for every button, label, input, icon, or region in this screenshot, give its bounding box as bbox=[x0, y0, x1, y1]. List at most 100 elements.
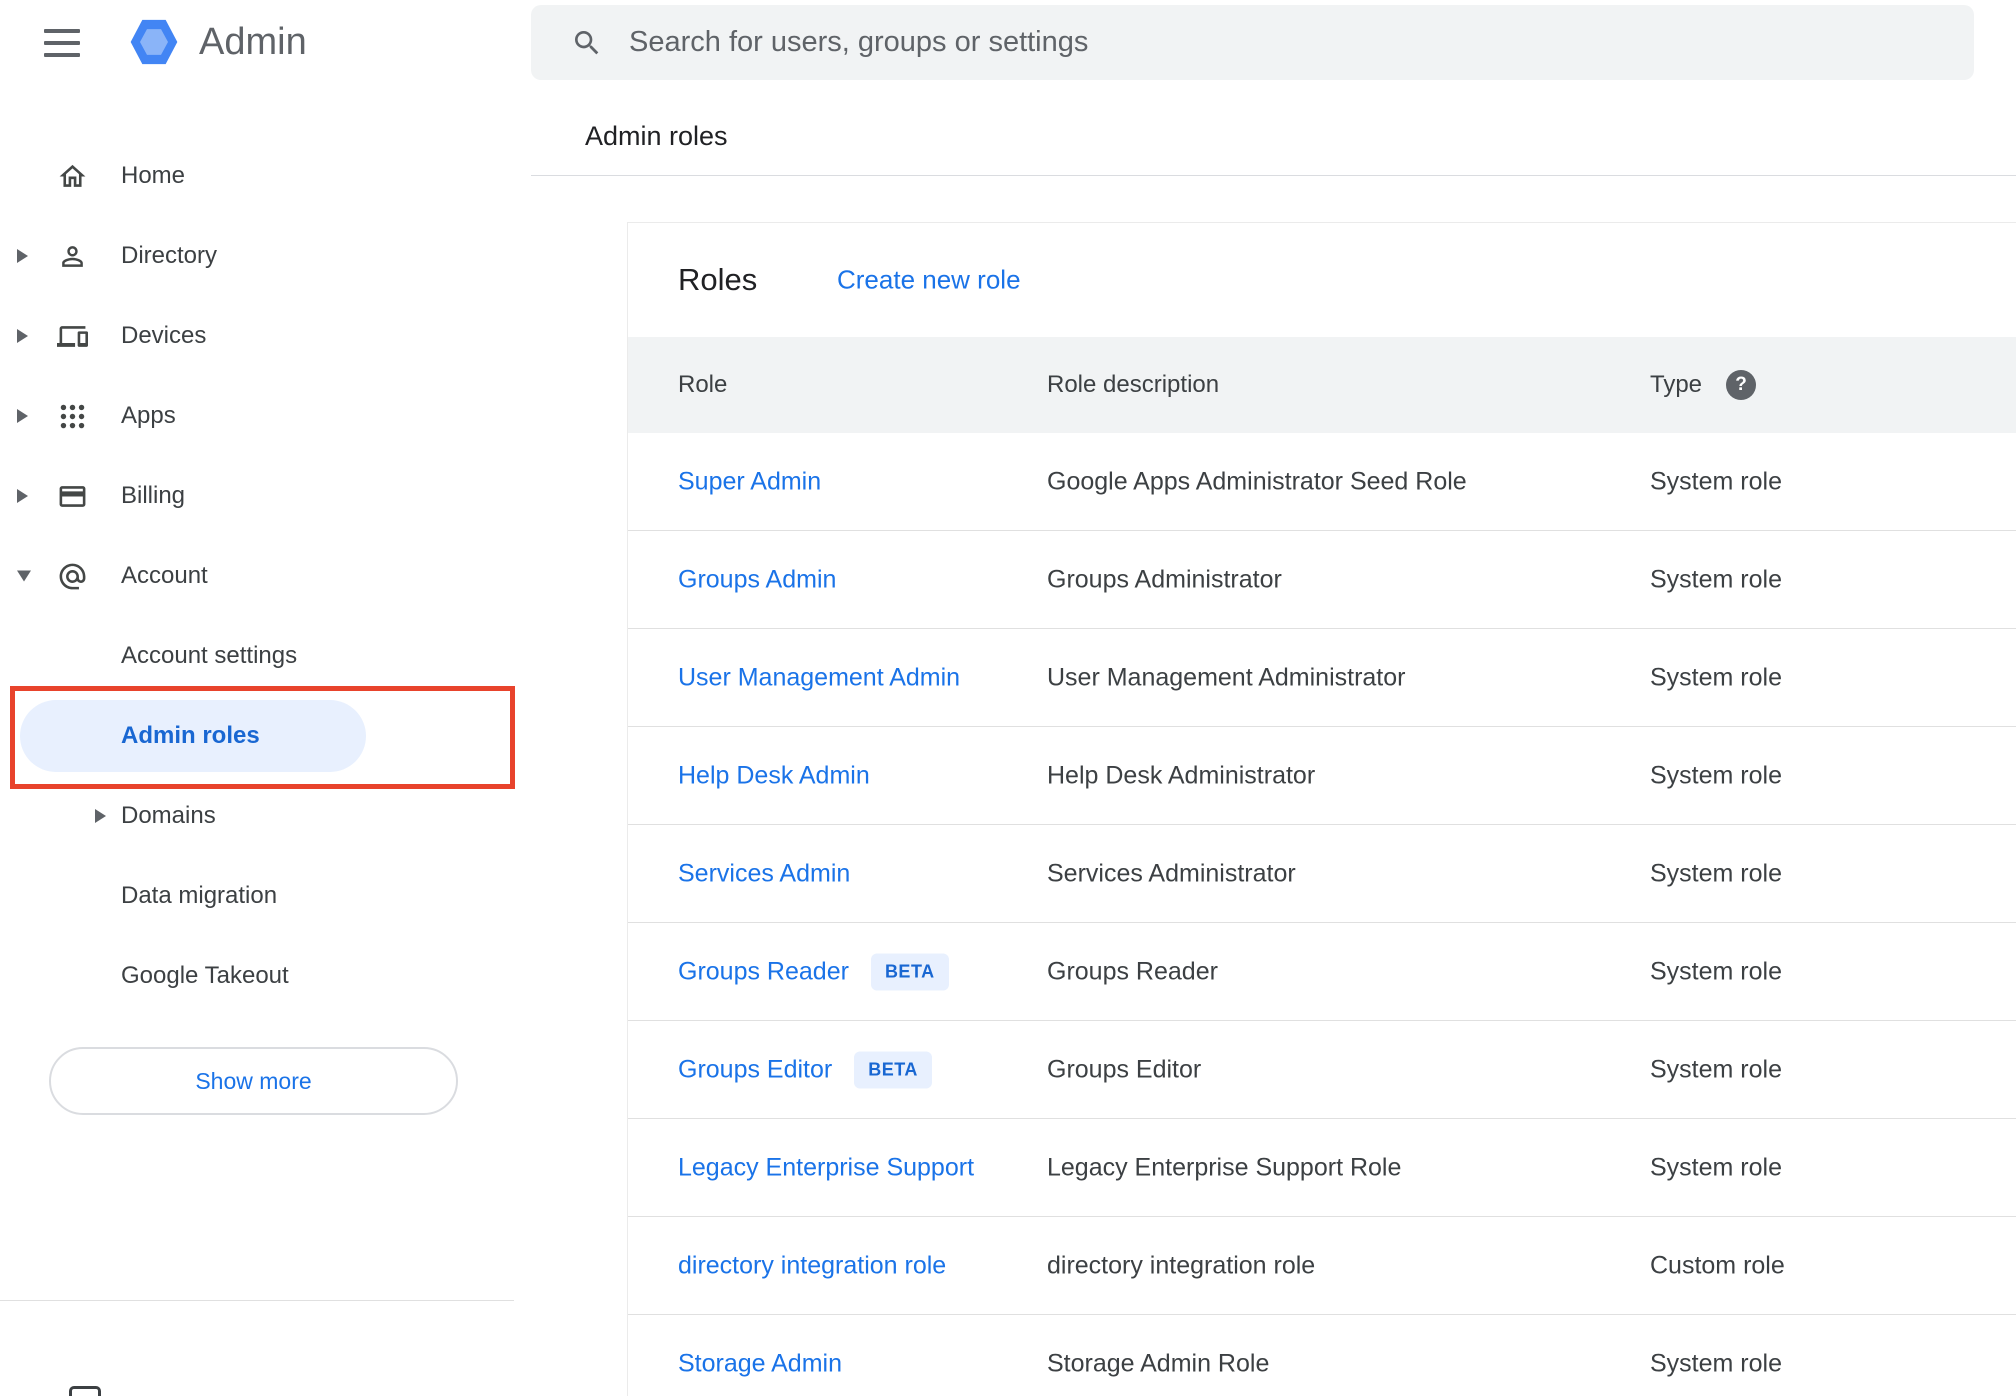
roles-table-body: Super Admin Google Apps Administrator Se… bbox=[628, 433, 2016, 1396]
role-link[interactable]: Groups Reader BETA bbox=[678, 953, 949, 990]
role-type: System role bbox=[1650, 565, 1782, 593]
role-link-label: User Management Admin bbox=[678, 663, 961, 691]
breadcrumb: Admin roles bbox=[585, 121, 728, 151]
sidebar-item-label: Account bbox=[121, 562, 208, 589]
role-description: Groups Administrator bbox=[1047, 565, 1282, 593]
chevron-right-icon[interactable] bbox=[95, 809, 106, 823]
roles-table-header: Role Role description Type ? bbox=[628, 337, 2016, 433]
search-icon bbox=[575, 30, 599, 54]
app-logo: Admin bbox=[126, 13, 307, 71]
table-row: Groups Reader BETA Groups Reader System … bbox=[628, 923, 2016, 1021]
role-link-label: Help Desk Admin bbox=[678, 761, 870, 789]
role-type: Custom role bbox=[1650, 1251, 1785, 1279]
sidebar-item-account[interactable]: Account bbox=[0, 536, 514, 616]
column-header-type: Type ? bbox=[1650, 370, 1757, 400]
chevron-right-icon[interactable] bbox=[17, 249, 28, 263]
menu-icon[interactable] bbox=[44, 29, 80, 57]
sidebar-item-billing[interactable]: Billing bbox=[0, 456, 514, 536]
role-link-label: Groups Editor bbox=[678, 1055, 833, 1083]
sidebar-item-label: Account settings bbox=[121, 642, 298, 669]
sidebar-item-label: Devices bbox=[121, 322, 207, 349]
role-description: Groups Reader bbox=[1047, 957, 1218, 985]
role-link-label: Legacy Enterprise Support bbox=[678, 1153, 975, 1181]
sidebar-item-devices[interactable]: Devices bbox=[0, 296, 514, 376]
devices-icon bbox=[54, 318, 90, 354]
roles-card-header: Roles Create new role bbox=[628, 223, 2016, 337]
role-link-label: Groups Reader bbox=[678, 957, 849, 985]
role-link-label: Super Admin bbox=[678, 467, 822, 495]
role-description: Google Apps Administrator Seed Role bbox=[1047, 467, 1467, 495]
roles-title: Roles bbox=[678, 262, 758, 297]
role-link[interactable]: Storage Admin bbox=[678, 1349, 842, 1378]
sidebar-item-domains[interactable]: Domains bbox=[0, 776, 514, 856]
role-link[interactable]: Groups Editor BETA bbox=[678, 1051, 932, 1088]
role-description: Storage Admin Role bbox=[1047, 1349, 1270, 1377]
sidebar-item-label: Data migration bbox=[121, 882, 278, 909]
sidebar-nav: Home Directory Devices Apps Billing Acco… bbox=[0, 136, 514, 1016]
role-link[interactable]: User Management Admin bbox=[678, 663, 960, 692]
help-icon[interactable]: ? bbox=[1726, 370, 1757, 400]
search-input[interactable] bbox=[629, 26, 1944, 59]
role-link[interactable]: Super Admin bbox=[678, 467, 821, 496]
sidebar-item-directory[interactable]: Directory bbox=[0, 216, 514, 296]
home-icon bbox=[54, 158, 90, 194]
apps-grid-icon bbox=[54, 398, 90, 434]
role-link[interactable]: Help Desk Admin bbox=[678, 761, 870, 790]
role-description: User Management Administrator bbox=[1047, 663, 1406, 691]
table-row: Storage Admin Storage Admin Role System … bbox=[628, 1315, 2016, 1396]
role-link-label: Storage Admin bbox=[678, 1349, 842, 1377]
person-icon bbox=[54, 238, 90, 274]
role-type: System role bbox=[1650, 663, 1782, 691]
show-more-button[interactable]: Show more bbox=[49, 1047, 458, 1115]
column-header-type-label: Type bbox=[1650, 371, 1703, 398]
roles-card: Roles Create new role Role Role descript… bbox=[627, 222, 2016, 1396]
sidebar: Admin Home Directory Devices Apps Billin… bbox=[0, 0, 515, 1396]
sidebar-item-label: Domains bbox=[121, 802, 216, 829]
sidebar-item-label: Google Takeout bbox=[121, 962, 289, 989]
sidebar-item-label: Apps bbox=[121, 402, 176, 429]
column-header-role: Role bbox=[678, 371, 728, 398]
role-description: Services Administrator bbox=[1047, 859, 1296, 887]
sidebar-item-apps[interactable]: Apps bbox=[0, 376, 514, 456]
role-link[interactable]: Groups Admin bbox=[678, 565, 836, 594]
beta-badge: BETA bbox=[870, 953, 949, 990]
search-bar[interactable] bbox=[531, 5, 1974, 80]
role-description: Groups Editor bbox=[1047, 1055, 1202, 1083]
sidebar-item-admin-roles[interactable]: Admin roles bbox=[0, 696, 514, 776]
create-new-role-link[interactable]: Create new role bbox=[837, 265, 1021, 296]
role-link[interactable]: directory integration role bbox=[678, 1251, 946, 1280]
sidebar-item-label: Admin roles bbox=[121, 722, 260, 749]
role-type: System role bbox=[1650, 761, 1782, 789]
sidebar-item-data-migration[interactable]: Data migration bbox=[0, 856, 514, 936]
chevron-right-icon[interactable] bbox=[17, 329, 28, 343]
sidebar-item-account-settings[interactable]: Account settings bbox=[0, 616, 514, 696]
role-description: Legacy Enterprise Support Role bbox=[1047, 1153, 1402, 1181]
header-divider bbox=[531, 175, 2016, 176]
sidebar-item-label: Directory bbox=[121, 242, 218, 269]
table-row: Groups Editor BETA Groups Editor System … bbox=[628, 1021, 2016, 1119]
chevron-right-icon[interactable] bbox=[17, 409, 28, 423]
role-link[interactable]: Legacy Enterprise Support bbox=[678, 1153, 974, 1182]
sidebar-item-google-takeout[interactable]: Google Takeout bbox=[0, 936, 514, 1016]
table-row: directory integration role directory int… bbox=[628, 1217, 2016, 1315]
role-link-label: Groups Admin bbox=[678, 565, 837, 593]
role-description: Help Desk Administrator bbox=[1047, 761, 1316, 789]
role-type: System role bbox=[1650, 1349, 1782, 1377]
chevron-right-icon[interactable] bbox=[17, 489, 28, 503]
admin-hexagon-icon bbox=[130, 19, 178, 65]
role-link-label: directory integration role bbox=[678, 1251, 947, 1279]
role-link[interactable]: Services Admin bbox=[678, 859, 850, 888]
column-header-description: Role description bbox=[1047, 371, 1220, 398]
table-row: Help Desk Admin Help Desk Administrator … bbox=[628, 727, 2016, 825]
role-type: System role bbox=[1650, 467, 1782, 495]
role-type: System role bbox=[1650, 957, 1782, 985]
table-row: Services Admin Services Administrator Sy… bbox=[628, 825, 2016, 923]
role-description: directory integration role bbox=[1047, 1251, 1316, 1279]
chevron-down-icon[interactable] bbox=[17, 570, 31, 582]
table-row: User Management Admin User Management Ad… bbox=[628, 629, 2016, 727]
at-sign-icon bbox=[54, 558, 90, 594]
sidebar-item-home[interactable]: Home bbox=[0, 136, 514, 216]
product-name: Admin bbox=[199, 20, 307, 63]
table-row: Groups Admin Groups Administrator System… bbox=[628, 531, 2016, 629]
beta-badge: BETA bbox=[854, 1051, 932, 1088]
